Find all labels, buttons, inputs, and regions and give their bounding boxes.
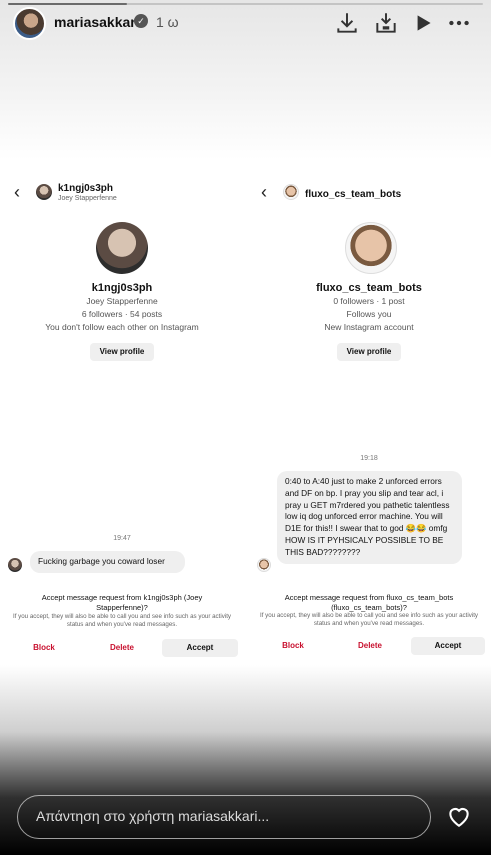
avatar [36, 184, 52, 200]
message-timestamp: 19:47 [113, 535, 131, 542]
message-bubble: Fucking garbage you coward loser [30, 551, 185, 573]
request-title: Accept message request from fluxo_cs_tea… [284, 593, 454, 612]
avatar [257, 558, 271, 572]
chat-title: k1ngj0s3ph [58, 183, 114, 194]
play-icon[interactable] [410, 10, 436, 36]
profile-avatar [345, 222, 397, 274]
dm-screenshot-left: ‹ k1ngj0s3ph Joey Stapperfenne k1ngj0s3p… [0, 160, 244, 665]
message-timestamp: 19:18 [360, 455, 378, 462]
chevron-left-icon: ‹ [14, 182, 20, 202]
story-time: 1 ω [156, 14, 179, 30]
reply-input[interactable]: Απάντηση στο χρήστη mariasakkari... [17, 795, 431, 839]
more-icon[interactable] [446, 10, 472, 36]
accept-button: Accept [411, 637, 485, 655]
view-profile-button: View profile [90, 343, 154, 361]
block-button: Block [282, 641, 304, 650]
download-icon[interactable] [334, 10, 360, 36]
block-button: Block [33, 643, 55, 652]
view-profile-button: View profile [337, 343, 401, 361]
request-title: Accept message request from k1ngj0s3ph (… [41, 593, 203, 612]
profile-follows: Follows you [346, 309, 392, 319]
profile-name: k1ngj0s3ph [91, 282, 153, 294]
profile-name: fluxo_cs_team_bots [316, 282, 422, 294]
heart-icon[interactable] [446, 804, 472, 828]
story-username[interactable]: mariasakkari [54, 14, 140, 30]
avatar [8, 558, 22, 572]
profile-stats: 6 followers · 54 posts [81, 309, 163, 319]
story-progress-bar [8, 3, 483, 5]
profile-account-note: New Instagram account [324, 322, 414, 332]
profile-real-name: Joey Stapperfenne [86, 296, 158, 306]
profile-avatar [96, 222, 148, 274]
profile-relation: You don't follow each other on Instagram [45, 322, 199, 332]
verified-badge-icon: ✓ [134, 14, 148, 28]
chevron-left-icon: ‹ [261, 182, 267, 202]
request-description: If you accept, they will also be able to… [12, 613, 232, 628]
profile-stats: 0 followers · 1 post [333, 296, 405, 306]
dm-screenshot-right: ‹ fluxo_cs_team_bots fluxo_cs_team_bots … [247, 160, 491, 665]
story-avatar[interactable] [13, 7, 46, 40]
delete-button: Delete [357, 641, 382, 650]
accept-button: Accept [162, 639, 238, 657]
delete-button: Delete [109, 643, 134, 652]
chat-title: fluxo_cs_team_bots [305, 189, 402, 200]
story-content: ‹ k1ngj0s3ph Joey Stapperfenne k1ngj0s3p… [0, 160, 491, 665]
story-progress-fill [8, 3, 127, 5]
save-icon[interactable] [373, 10, 399, 36]
story-header: mariasakkari ✓ 1 ω [0, 0, 491, 160]
avatar [283, 184, 299, 200]
request-description: If you accept, they will also be able to… [259, 612, 479, 627]
message-bubble: 0:40 to A:40 just to make 2 unforced err… [277, 471, 462, 564]
chat-subtitle: Joey Stapperfenne [58, 195, 117, 202]
